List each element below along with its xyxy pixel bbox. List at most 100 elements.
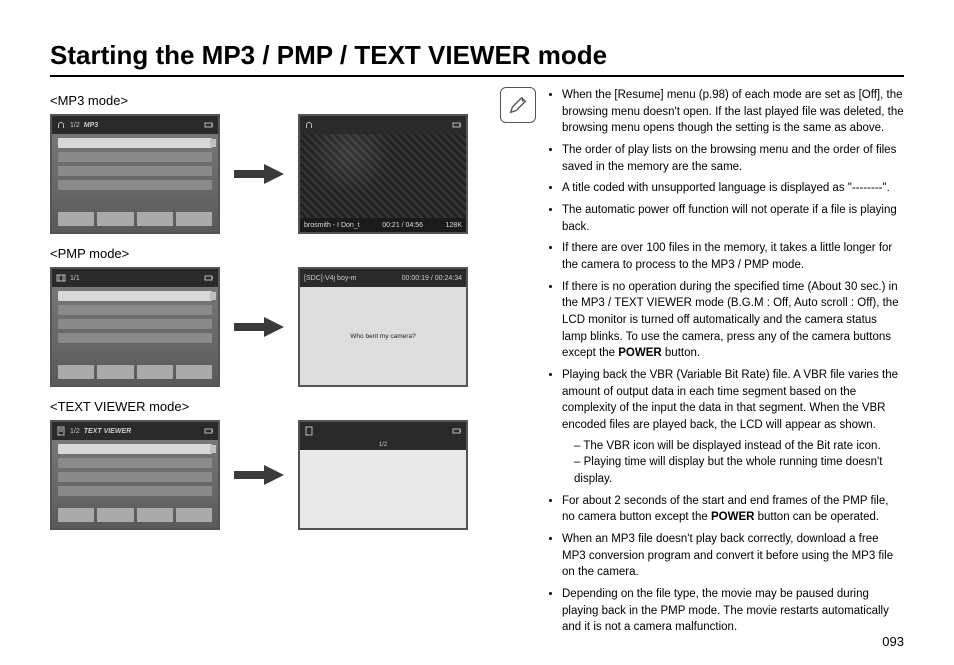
mp3-browser-body (52, 134, 218, 232)
note-text: button. (662, 347, 700, 359)
pmp-browser-body (52, 287, 218, 385)
thumb (58, 508, 94, 522)
pmp-browser-screen: 1/1 (50, 267, 220, 387)
mp3-player-screen: brosmith - I Don_t 00:21 / 04:56 128K (298, 114, 468, 234)
arrow-icon (234, 162, 284, 186)
mp3-player-topbar (300, 116, 466, 134)
film-icon (56, 273, 66, 283)
pmp-count: 1/1 (70, 275, 80, 282)
arrow-icon (234, 463, 284, 487)
thumb (137, 365, 173, 379)
mp3-file-list (52, 134, 218, 198)
thumb (137, 212, 173, 226)
note-subitem: The VBR icon will be displayed instead o… (574, 438, 904, 455)
text-mode-row: 1/2 TEXT VIEWER (50, 420, 480, 530)
page-number: 093 (882, 634, 904, 649)
thumb (97, 365, 133, 379)
thumb (176, 365, 212, 379)
note-item: When the [Resume] menu (p.98) of each mo… (562, 87, 904, 137)
list-item (58, 138, 212, 148)
note-item: If there are over 100 files in the memor… (562, 240, 904, 273)
list-item (58, 444, 212, 454)
list-item (58, 291, 212, 301)
mp3-player-bar: brosmith - I Don_t 00:21 / 04:56 128K (300, 218, 466, 232)
pmp-player-topbar: [SDC]-V4j boy-m 00:00:19 / 00:24:34 (300, 269, 466, 287)
headphone-icon (56, 120, 66, 130)
mp3-count: 1/2 (70, 122, 80, 129)
note-item: For about 2 seconds of the start and end… (562, 493, 904, 526)
mp3-mode-row: 1/2 MP3 (50, 114, 480, 234)
text-browser-topbar: 1/2 TEXT VIEWER (52, 422, 218, 440)
mp3-thumb-bar (58, 212, 212, 226)
pmp-player-body: Who bent my camera? (300, 287, 466, 385)
note-text: If there is no operation during the spec… (562, 281, 899, 360)
thumb (58, 212, 94, 226)
note-item: When an MP3 file doesn't play back corre… (562, 531, 904, 581)
battery-icon (204, 426, 214, 436)
content-area: <MP3 mode> 1/2 MP3 (50, 87, 904, 641)
thumb (97, 212, 133, 226)
list-item (58, 486, 212, 496)
pmp-mode-label: <PMP mode> (50, 246, 480, 261)
power-word: POWER (711, 511, 754, 523)
note-text: button can be operated. (754, 511, 879, 523)
page-title: Starting the MP3 / PMP / TEXT VIEWER mod… (50, 40, 904, 71)
track-time: 00:21 / 04:56 (382, 222, 423, 229)
text-icon (56, 426, 66, 436)
note-subitem: Playing time will display but the whole … (574, 454, 904, 487)
text-viewer-topbar (300, 422, 466, 440)
headphone-icon (304, 120, 314, 130)
text-count: 1/2 (70, 428, 80, 435)
arrow-icon (234, 315, 284, 339)
pmp-caption: Who bent my camera? (350, 333, 415, 340)
text-page-indicator: 1/2 (300, 440, 466, 450)
track-title: brosmith - I Don_t (304, 222, 360, 229)
pmp-player-time: 00:00:19 / 00:24:34 (402, 275, 462, 282)
pmp-player-screen: [SDC]-V4j boy-m 00:00:19 / 00:24:34 Who … (298, 267, 468, 387)
mp3-title-text: MP3 (84, 122, 98, 129)
thumb (97, 508, 133, 522)
note-item: The order of play lists on the browsing … (562, 142, 904, 175)
mp3-browser-screen: 1/2 MP3 (50, 114, 220, 234)
text-icon (304, 426, 314, 436)
mp3-player-visual: brosmith - I Don_t 00:21 / 04:56 128K (300, 134, 466, 232)
power-word: POWER (618, 347, 661, 359)
note-item: Depending on the file type, the movie ma… (562, 586, 904, 636)
pmp-file-list (52, 287, 218, 351)
text-thumb-bar (58, 508, 212, 522)
text-viewer-screen: 1/2 (298, 420, 468, 530)
mp3-browser-topbar: 1/2 MP3 (52, 116, 218, 134)
list-item (58, 458, 212, 468)
examples-column: <MP3 mode> 1/2 MP3 (50, 87, 480, 641)
note-item: The automatic power off function will no… (562, 202, 904, 235)
text-browser-body (52, 440, 218, 528)
list-item (58, 472, 212, 482)
list-item (58, 305, 212, 315)
text-file-list (52, 440, 218, 504)
thumb (58, 365, 94, 379)
note-item: If there is no operation during the spec… (562, 279, 904, 362)
text-viewer-body: 1/2 (300, 440, 466, 528)
pmp-thumb-bar (58, 365, 212, 379)
note-icon (500, 87, 536, 123)
battery-icon (452, 426, 462, 436)
note-item: A title coded with unsupported language … (562, 180, 904, 197)
notes-column: When the [Resume] menu (p.98) of each mo… (500, 87, 904, 641)
battery-icon (204, 120, 214, 130)
list-item (58, 166, 212, 176)
text-browser-screen: 1/2 TEXT VIEWER (50, 420, 220, 530)
text-title-text: TEXT VIEWER (84, 428, 131, 435)
list-item (58, 333, 212, 343)
battery-icon (204, 273, 214, 283)
list-item (58, 319, 212, 329)
pmp-mode-row: 1/1 (50, 267, 480, 387)
list-item (58, 180, 212, 190)
battery-icon (452, 120, 462, 130)
note-text: Playing back the VBR (Variable Bit Rate)… (562, 369, 898, 431)
track-bitrate: 128K (446, 222, 462, 229)
note-sublist: The VBR icon will be displayed instead o… (562, 438, 904, 488)
pmp-browser-topbar: 1/1 (52, 269, 218, 287)
note-item: Playing back the VBR (Variable Bit Rate)… (562, 367, 904, 488)
list-item (58, 152, 212, 162)
thumb (176, 212, 212, 226)
